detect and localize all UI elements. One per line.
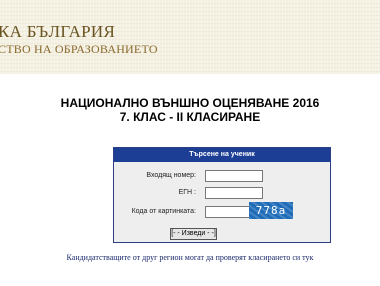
captcha-image: 778a <box>249 202 293 219</box>
search-panel-title: Търсене на ученик <box>114 148 330 162</box>
egn-row: ЕГН : <box>114 187 330 201</box>
egn-label: ЕГН : <box>178 189 196 196</box>
entry-number-input[interactable] <box>205 170 263 182</box>
captcha-row: Кода от картинката: 778a <box>114 202 330 220</box>
other-region-link[interactable]: Кандидатстващите от друг регион могат да… <box>0 253 380 262</box>
header-ministry-text: СТВО НА ОБРАЗОВАНИЕТО <box>0 42 158 56</box>
egn-input[interactable] <box>205 187 263 199</box>
page-title-line2: 7. КЛАС - II КЛАСИРАНЕ <box>119 110 261 124</box>
ministry-header-banner: КА БЪЛГАРИЯ СТВО НА ОБРАЗОВАНИЕТО <box>0 0 380 74</box>
submit-button[interactable]: [- - Изведи - -] <box>170 228 217 240</box>
header-country-text: КА БЪЛГАРИЯ <box>0 22 116 41</box>
student-search-panel: Търсене на ученик Входящ номер: ЕГН : Ко… <box>113 147 331 243</box>
entry-number-row: Входящ номер: <box>114 170 330 184</box>
entry-number-label: Входящ номер: <box>146 172 196 179</box>
page-title-line1: НАЦИОНАЛНО ВЪНШНО ОЦЕНЯВАНЕ 2016 <box>60 96 320 110</box>
captcha-input[interactable] <box>205 206 251 218</box>
captcha-label: Кода от картинката: <box>131 208 196 215</box>
page-title: НАЦИОНАЛНО ВЪНШНО ОЦЕНЯВАНЕ 2016 7. КЛАС… <box>0 96 380 124</box>
